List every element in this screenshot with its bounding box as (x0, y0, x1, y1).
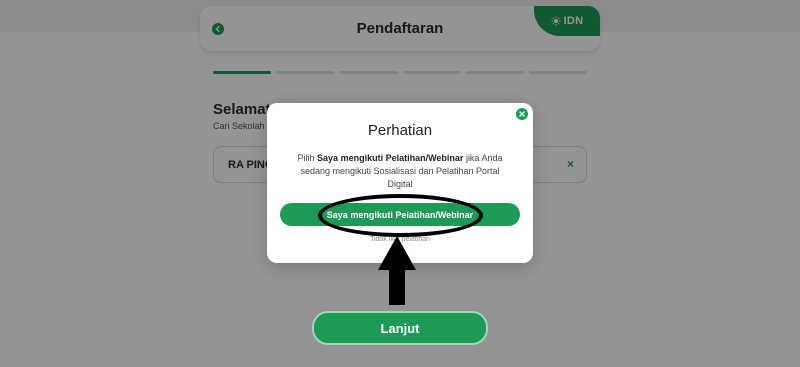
close-icon (519, 111, 525, 117)
close-button[interactable] (516, 108, 528, 120)
up-arrow-icon (378, 236, 416, 305)
dialog-message: Pilih Saya mengikuti Pelatihan/Webinar j… (291, 152, 509, 191)
highlight-ellipse (318, 194, 483, 237)
dialog-title: Perhatian (367, 122, 433, 139)
dialog-message-prefix: Pilih (297, 153, 318, 163)
dialog-message-bold: Saya mengikuti Pelatihan/Webinar (317, 153, 464, 163)
next-button[interactable]: Lanjut (312, 311, 488, 345)
